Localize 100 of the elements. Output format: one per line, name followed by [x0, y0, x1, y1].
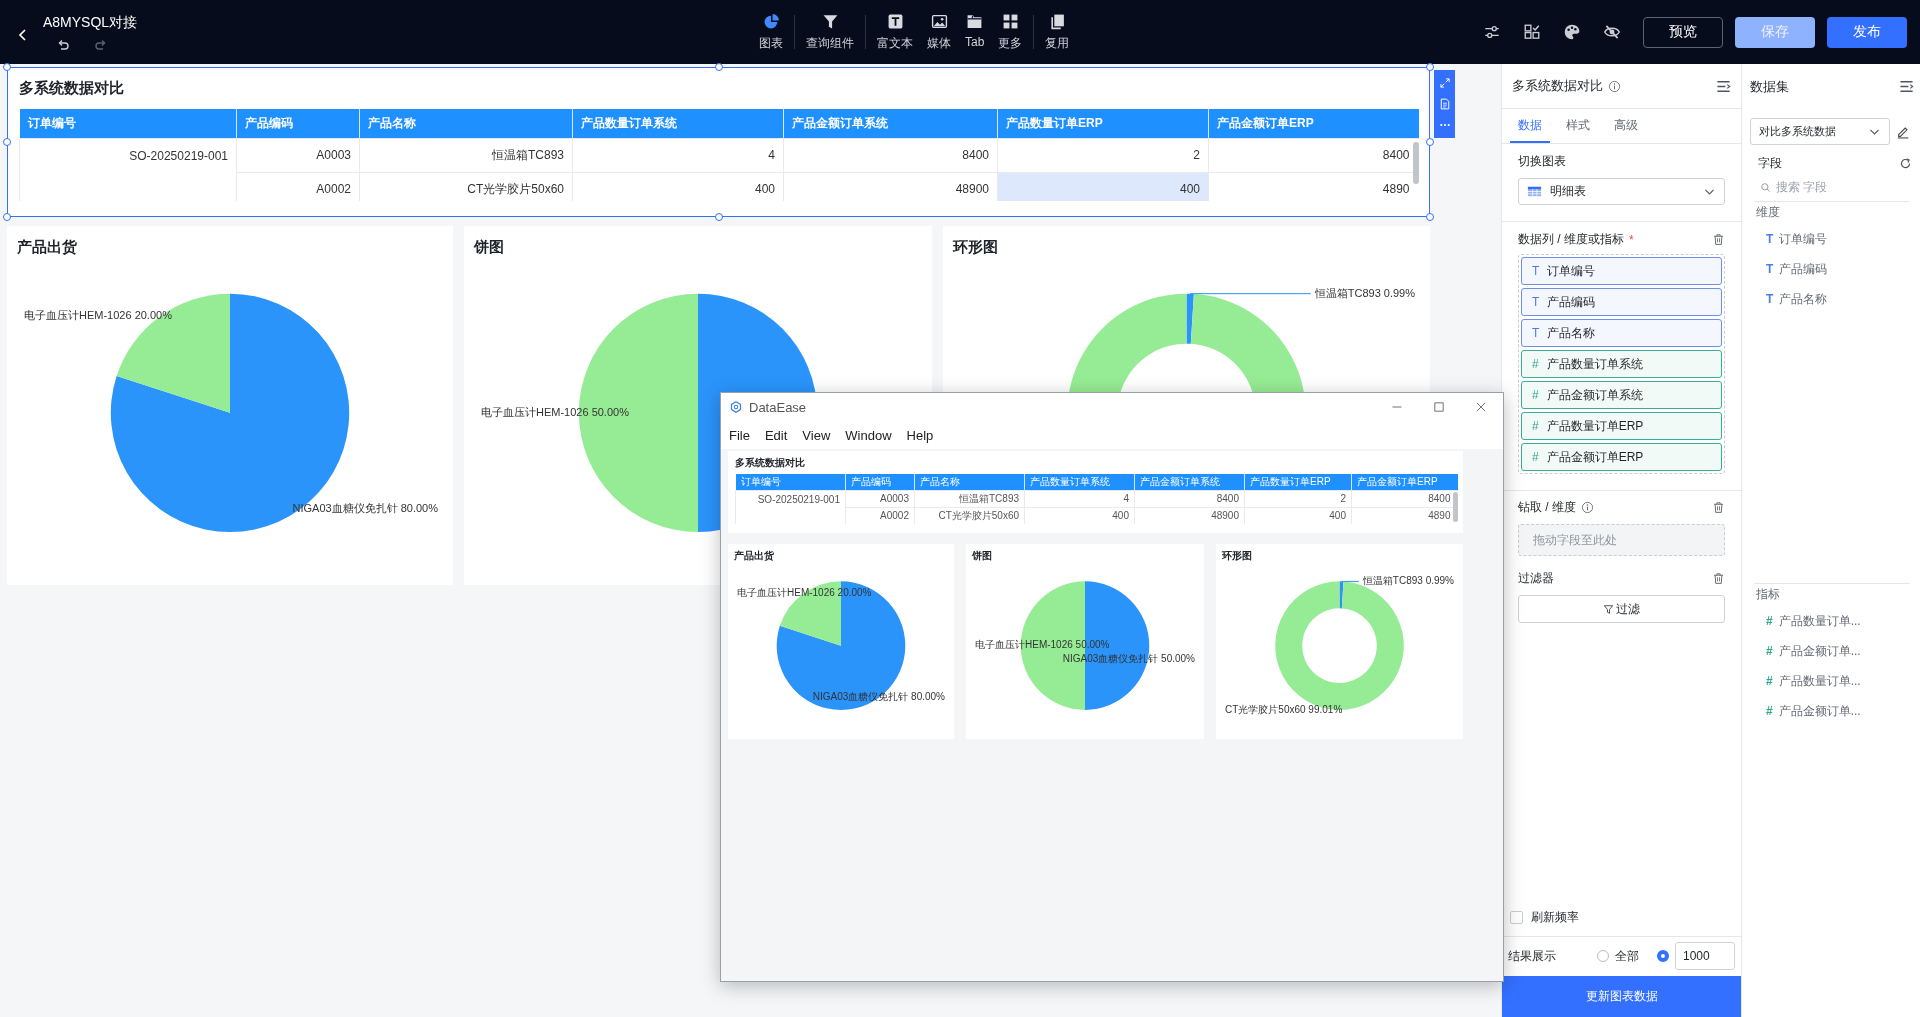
field-chip[interactable]: T 产品名称: [1521, 319, 1722, 347]
checkbox[interactable]: [1510, 911, 1523, 924]
field-type-icon: T: [1532, 264, 1540, 278]
close-icon[interactable]: [1475, 401, 1487, 413]
field-type-icon: #: [1766, 614, 1773, 628]
resize-handle[interactable]: [1426, 138, 1434, 146]
text-icon: [886, 12, 904, 30]
radio-button[interactable]: [1597, 950, 1609, 962]
table-cell: 4: [572, 138, 784, 172]
refresh-icon[interactable]: [1899, 157, 1912, 170]
field-item[interactable]: # 产品金额订单...: [1754, 636, 1910, 666]
field-chip[interactable]: # 产品数量订单系统: [1521, 350, 1722, 378]
table-cell: 400: [997, 172, 1209, 201]
card-title: 环形图: [951, 237, 999, 257]
data-label: 恒温箱TC893 0.99%: [1362, 575, 1454, 587]
resize-handle[interactable]: [1426, 63, 1434, 71]
section-label: 数据列 / 维度或指标: [1518, 231, 1624, 248]
tab[interactable]: 样式: [1558, 109, 1598, 143]
info-icon[interactable]: [1581, 501, 1594, 514]
scrollbar[interactable]: [1413, 142, 1419, 184]
toolbar-button[interactable]: Tab: [958, 6, 992, 58]
tab[interactable]: 高级: [1606, 109, 1646, 143]
field-type-icon: T: [1532, 326, 1540, 340]
table-cell: 8400: [783, 138, 998, 172]
expand-icon[interactable]: [1438, 77, 1451, 90]
data-label: 电子血压计HEM-1026 50.00%: [975, 639, 1110, 651]
update-button[interactable]: 更新图表数据: [1502, 976, 1741, 1017]
menu-item[interactable]: File: [728, 427, 751, 443]
field-item[interactable]: T 产品编码: [1754, 254, 1910, 284]
group-label: 维度: [1755, 204, 1781, 221]
dataset-select[interactable]: 对比多系统数据: [1750, 118, 1890, 145]
card-title: 多系统数据对比: [735, 456, 806, 470]
table-cell: SO-20250219-001: [19, 138, 237, 201]
maximize-icon[interactable]: [1433, 401, 1445, 413]
field-type-icon: #: [1766, 674, 1773, 688]
menu-item[interactable]: Help: [905, 427, 935, 443]
resize-handle[interactable]: [714, 213, 723, 221]
filter-icon: [1603, 603, 1614, 615]
menu-item[interactable]: Window: [844, 427, 893, 443]
field-chip[interactable]: # 产品数量订单ERP: [1521, 412, 1722, 440]
edit-icon[interactable]: [1896, 124, 1910, 139]
field-item[interactable]: T 订单编号: [1754, 224, 1910, 254]
toolbar-button[interactable]: 复用: [1038, 6, 1077, 58]
field-item[interactable]: # 产品数量订单...: [1754, 606, 1910, 636]
field-item[interactable]: # 产品金额订单...: [1754, 696, 1910, 726]
toolbar-button[interactable]: 媒体: [920, 6, 958, 58]
required-mark: *: [1629, 232, 1634, 247]
chart-type-select[interactable]: 明细表: [1518, 178, 1725, 205]
palette-icon[interactable]: [1563, 23, 1581, 41]
field-item[interactable]: # 产品数量订单...: [1754, 666, 1910, 696]
resize-handle[interactable]: [1426, 213, 1434, 221]
tab[interactable]: 数据: [1510, 109, 1550, 143]
radio-label: 全部: [1615, 947, 1639, 965]
field-type-icon: #: [1532, 450, 1539, 464]
field-type-icon: T: [1766, 292, 1774, 306]
menu-item[interactable]: Edit: [763, 427, 789, 443]
trash-icon[interactable]: [1712, 572, 1725, 585]
document-icon[interactable]: [1438, 98, 1451, 110]
toolbar-button[interactable]: 发布: [1827, 16, 1907, 48]
image-icon: [930, 12, 948, 30]
section-label: 字段: [1758, 155, 1782, 172]
toolbar-button[interactable]: 图表: [752, 6, 790, 58]
field-type-icon: T: [1766, 262, 1774, 276]
table-card[interactable]: 多系统数据对比 订单编号 产品编码 产品名称 产品数量订单系统 产品金额订单系统 产品数量订单ERP 产品金额订单ERP SO-20250219-001 A0003 恒温箱TC893 4 8400 2 8400 A0002 CT光学胶片50x60 400 48900 400 4890: [728, 451, 1463, 533]
grid-icon: [1001, 12, 1019, 30]
filter-button[interactable]: 过滤: [1518, 595, 1725, 623]
chart-card[interactable]: 环形图 恒温箱TC893 0.99% CT光学胶片50x60 99.01%: [1216, 544, 1463, 739]
collapse-icon[interactable]: [1716, 78, 1731, 94]
data-label: NIGA03血糖仪免扎针 80.00%: [812, 691, 945, 703]
trash-icon[interactable]: [1712, 233, 1725, 246]
search-field[interactable]: 搜索 字段: [1776, 180, 1896, 194]
field-item[interactable]: T 产品名称: [1754, 284, 1910, 314]
card-title: 环形图: [1221, 549, 1253, 563]
toolbar-button[interactable]: 预览: [1643, 16, 1723, 48]
trash-icon[interactable]: [1712, 501, 1725, 514]
table-cell: 2: [997, 138, 1209, 172]
resize-handle[interactable]: [3, 63, 11, 71]
field-chip[interactable]: # 产品金额订单ERP: [1521, 443, 1722, 471]
toolbar-button[interactable]: 富文本: [870, 6, 920, 58]
info-icon[interactable]: [1608, 79, 1621, 93]
field-type-icon: #: [1766, 704, 1773, 718]
search-icon: [1760, 181, 1771, 193]
dashboard-title: A8MYSQL对接: [43, 13, 138, 31]
resize-handle[interactable]: [3, 213, 11, 221]
table-cell: A0003: [845, 490, 915, 507]
count-field[interactable]: 1000: [1675, 942, 1735, 970]
menu-item[interactable]: View: [801, 427, 832, 443]
field-chip[interactable]: T 产品编码: [1521, 288, 1722, 316]
radio-button[interactable]: [1657, 950, 1669, 962]
resize-handle[interactable]: [714, 63, 723, 71]
toolbar-button[interactable]: 更多: [991, 6, 1030, 58]
eye-slash-icon[interactable]: [1603, 23, 1621, 41]
field-chip[interactable]: T 订单编号: [1521, 257, 1722, 285]
collapse-icon[interactable]: [1899, 79, 1914, 94]
resize-handle[interactable]: [3, 138, 11, 146]
field-chip[interactable]: # 产品金额订单系统: [1521, 381, 1722, 409]
checklist-icon[interactable]: [1523, 23, 1541, 41]
toolbar-button[interactable]: 查询组件: [799, 6, 861, 58]
scrollbar[interactable]: [1453, 492, 1458, 522]
sliders-icon[interactable]: [1483, 23, 1501, 41]
